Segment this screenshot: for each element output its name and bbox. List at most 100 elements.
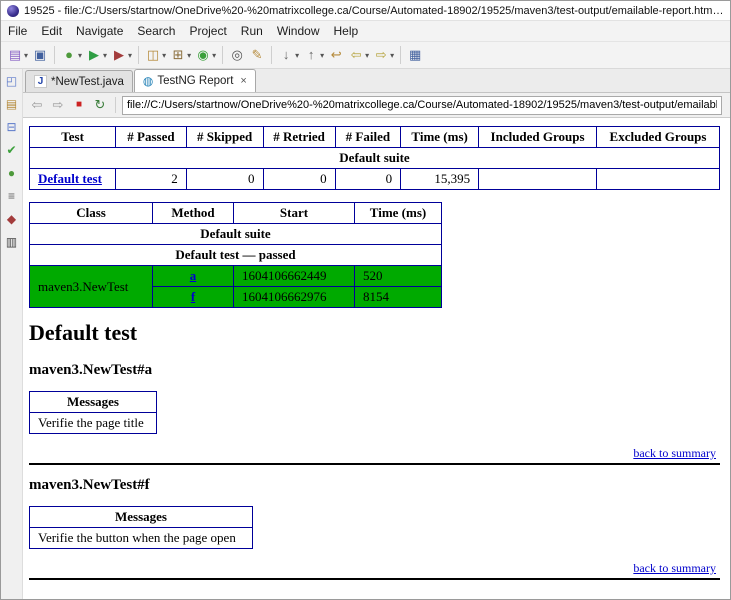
method-a-link[interactable]: a [190, 268, 197, 283]
menu-bar: File Edit Navigate Search Project Run Wi… [1, 21, 730, 42]
debug-view-icon[interactable]: ● [4, 165, 20, 181]
toolbar-separator [400, 46, 402, 64]
included-groups-value [478, 168, 598, 190]
menu-help[interactable]: Help [327, 22, 366, 40]
window-title: 19525 - file:/C:/Users/startnow/OneDrive… [24, 4, 724, 17]
start-timestamp: 1604106662976 [233, 286, 355, 308]
browser-nav-bar: ⇦ ⇨ ■ ↻ [23, 93, 730, 118]
forward-icon[interactable]: ⇨ [49, 96, 67, 114]
restore-view-icon[interactable]: ◰ [4, 73, 20, 89]
table-row: Default test 2 0 0 0 15,395 [28, 168, 720, 190]
save-icon[interactable]: ▣ [30, 44, 50, 66]
external-tools-icon[interactable]: ▶ [109, 44, 134, 66]
browser-separator [115, 97, 116, 113]
search-icon[interactable]: ◎ [227, 44, 247, 66]
back-to-summary-link[interactable]: back to summary [633, 561, 716, 575]
console-icon[interactable]: ▥ [4, 234, 20, 250]
retried-count: 0 [262, 168, 336, 190]
new-wizard-icon[interactable]: ▤ [5, 44, 30, 66]
col-start: Start [233, 202, 355, 224]
title-bar: 19525 - file:/C:/Users/startnow/OneDrive… [1, 1, 730, 21]
toolbar-separator [271, 46, 273, 64]
skipped-count: 0 [185, 168, 264, 190]
col-passed: # Passed [115, 126, 187, 148]
refresh-icon[interactable]: ↻ [91, 96, 109, 114]
tab-label: TestNG Report [157, 75, 234, 87]
address-bar[interactable] [122, 95, 722, 115]
close-icon[interactable]: × [240, 75, 246, 87]
package-explorer-icon[interactable]: ▤ [4, 96, 20, 112]
menu-window[interactable]: Window [270, 22, 327, 40]
method-a-heading: maven3.NewTest#a [29, 362, 153, 378]
back-history-icon[interactable]: ⇦ [346, 44, 371, 66]
menu-run[interactable]: Run [234, 22, 270, 40]
col-failed: # Failed [334, 126, 402, 148]
duration-ms: 8154 [354, 286, 442, 308]
col-included-groups: Included Groups [478, 126, 598, 148]
col-excluded-groups: Excluded Groups [596, 126, 720, 148]
default-test-link[interactable]: Default test [38, 171, 102, 186]
method-detail-table: Class Method Start Time (ms) Default sui… [29, 202, 442, 308]
col-retried: # Retried [262, 126, 336, 148]
class-name: maven3.NewTest [29, 265, 153, 308]
junit-icon[interactable]: ✔ [4, 142, 20, 158]
eclipse-window: 19525 - file:/C:/Users/startnow/OneDrive… [0, 0, 731, 600]
back-to-summary-row: back to summary [29, 446, 716, 461]
col-class: Class [29, 202, 153, 224]
menu-file[interactable]: File [1, 22, 34, 40]
run-icon[interactable]: ▶ [84, 44, 109, 66]
back-icon[interactable]: ⇦ [28, 96, 46, 114]
workbench-body: ◰ ▤ ⊟ ✔ ● ≡ ◆ ▥ J *NewTest.java ◍ TestNG… [1, 69, 730, 599]
forward-history-icon[interactable]: ⇨ [371, 44, 396, 66]
time-value: 15,395 [400, 168, 480, 190]
toolbar-separator [138, 46, 140, 64]
new-java-project-icon[interactable]: ◫ [143, 44, 168, 66]
testng-view-icon[interactable]: ◆ [4, 211, 20, 227]
eclipse-logo-icon [7, 4, 19, 17]
editor-area: J *NewTest.java ◍ TestNG Report × ⇦ ⇨ ■ … [23, 69, 730, 599]
col-test: Test [28, 126, 117, 148]
col-time-ms: Time (ms) [354, 202, 442, 224]
start-timestamp: 1604106662449 [233, 265, 355, 287]
menu-project[interactable]: Project [182, 22, 233, 40]
messages-table-f: Messages Verifie the button when the pag… [29, 506, 253, 549]
new-class-icon[interactable]: ◉ [193, 44, 218, 66]
test-status-row: Default test — passed [29, 244, 442, 266]
suite-name-row: Default suite [29, 147, 720, 169]
col-skipped: # Skipped [185, 126, 264, 148]
back-to-summary-link[interactable]: back to summary [633, 446, 716, 460]
tab-testng-report[interactable]: ◍ TestNG Report × [133, 69, 256, 92]
toolbar-separator [222, 46, 224, 64]
outline-icon[interactable]: ≡ [4, 188, 20, 204]
stop-icon[interactable]: ■ [70, 96, 88, 114]
previous-annotation-icon[interactable]: ↑ [301, 44, 326, 66]
web-page-icon: ◍ [142, 74, 154, 88]
last-edit-location-icon[interactable]: ↩ [326, 44, 346, 66]
test-heading: Default test [29, 320, 138, 345]
menu-navigate[interactable]: Navigate [69, 22, 130, 40]
open-task-icon[interactable]: ✎ [247, 44, 267, 66]
tab-label: *NewTest.java [51, 75, 124, 88]
java-file-icon: J [34, 75, 47, 88]
left-view-strip: ◰ ▤ ⊟ ✔ ● ≡ ◆ ▥ [1, 69, 23, 599]
passed-count: 2 [115, 168, 187, 190]
duration-ms: 520 [354, 265, 442, 287]
toolbar-separator [54, 46, 56, 64]
suite-summary-table: Test # Passed # Skipped # Retried # Fail… [28, 126, 720, 190]
type-hierarchy-icon[interactable]: ⊟ [4, 119, 20, 135]
back-to-summary-row: back to summary [29, 561, 716, 576]
messages-table-a: Messages Verifie the page title [29, 391, 157, 434]
debug-icon[interactable]: ● [59, 44, 84, 66]
message-text: Verifie the page title [29, 412, 157, 434]
section-divider [29, 463, 720, 465]
table-row: maven3.NewTest a 1604106662449 520 [29, 265, 442, 308]
method-f-link[interactable]: f [191, 289, 195, 304]
excluded-groups-value [596, 168, 720, 190]
next-annotation-icon[interactable]: ↓ [276, 44, 301, 66]
menu-edit[interactable]: Edit [34, 22, 69, 40]
open-perspective-icon[interactable]: ▦ [405, 44, 425, 66]
menu-search[interactable]: Search [130, 22, 182, 40]
new-package-icon[interactable]: ⊞ [168, 44, 193, 66]
tab-newtest-java[interactable]: J *NewTest.java [25, 70, 133, 92]
failed-count: 0 [334, 168, 402, 190]
